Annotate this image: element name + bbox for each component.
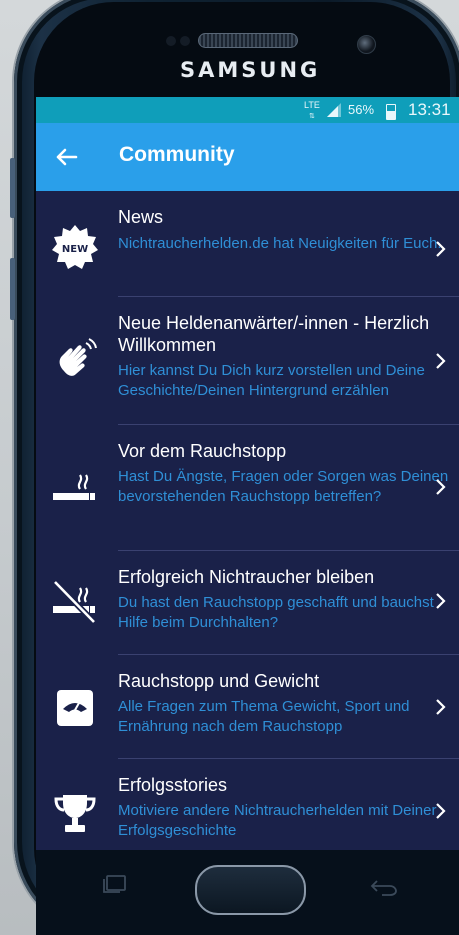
trophy-icon xyxy=(54,795,96,832)
topic-description: Alle Fragen zum Thema Gewicht, Sport und… xyxy=(118,698,410,735)
topic-description: Nichtraucherhelden.de hat Neuigkeiten fü… xyxy=(118,235,442,252)
chevron-right-icon xyxy=(436,803,446,819)
chevron-right-icon xyxy=(436,593,446,609)
topic-row-welcome[interactable]: Neue Heldenanwärter/-innen - Herzlich Wi… xyxy=(36,297,459,425)
battery-icon xyxy=(386,104,396,120)
clock: 13:31 xyxy=(408,100,451,119)
topic-description: Du hast den Rauchstopp geschafft und bau… xyxy=(118,594,434,631)
light-sensor xyxy=(180,36,190,46)
topic-title: Vor dem Rauchstopp xyxy=(118,441,287,461)
app-screen: LTE ⇅ 56% 13:31 Community NEW News Nichtr… xyxy=(36,97,459,850)
chevron-right-icon xyxy=(436,479,446,495)
topic-title: Rauchstopp und Gewicht xyxy=(118,671,320,691)
topic-title: Erfolgsstories xyxy=(118,775,228,795)
device-brand-logo: SAMSUNG xyxy=(180,58,321,82)
status-bar: LTE ⇅ 56% 13:31 xyxy=(36,97,459,123)
topic-description: Hast Du Ängste, Fragen oder Sorgen was D… xyxy=(118,468,449,505)
topic-description: Motiviere andere Nichtraucherhelden mit … xyxy=(118,802,437,839)
battery-fill xyxy=(387,111,395,119)
back-key-icon[interactable] xyxy=(366,874,400,896)
chevron-right-icon xyxy=(436,699,446,715)
topic-row-weight[interactable]: Rauchstopp und Gewicht Alle Fragen zum T… xyxy=(36,655,459,759)
cigarette-icon xyxy=(53,474,95,500)
volume-down-button[interactable] xyxy=(10,258,15,320)
no-smoking-icon xyxy=(52,579,97,625)
topic-row-before-quitting[interactable]: Vor dem Rauchstopp Hast Du Ängste, Frage… xyxy=(36,425,459,551)
volume-up-button[interactable] xyxy=(10,158,15,218)
earpiece-speaker xyxy=(198,33,298,48)
topic-row-success-stories[interactable]: Erfolgsstories Motiviere andere Nichtrau… xyxy=(36,759,459,850)
topic-row-news[interactable]: NEW News Nichtraucherhelden.de hat Neuig… xyxy=(36,191,459,297)
scale-icon xyxy=(57,690,93,726)
topic-row-stay-nonsmoker[interactable]: Erfolgreich Nichtraucher bleiben Du hast… xyxy=(36,551,459,655)
chevron-right-icon xyxy=(436,241,446,257)
topic-title: Neue Heldenanwärter/-innen - Herzlich Wi… xyxy=(118,313,430,355)
recent-apps-icon[interactable] xyxy=(102,873,128,893)
topic-description: Hier kannst Du Dich kurz vorstellen und … xyxy=(118,362,425,399)
svg-text:NEW: NEW xyxy=(62,244,88,255)
app-bar: Community xyxy=(36,123,459,191)
home-button[interactable] xyxy=(195,865,306,915)
arrow-left-icon[interactable] xyxy=(50,141,82,173)
topic-title: News xyxy=(118,207,164,227)
proximity-sensor xyxy=(166,36,176,46)
front-camera xyxy=(357,35,376,54)
page-title: Community xyxy=(119,143,235,166)
waving-hand-icon xyxy=(59,338,97,376)
battery-percent: 56% xyxy=(348,102,375,117)
chevron-right-icon xyxy=(436,353,446,369)
topic-title: Erfolgreich Nichtraucher bleiben xyxy=(118,567,375,587)
signal-icon xyxy=(327,103,341,117)
new-badge-icon: NEW xyxy=(52,225,98,269)
